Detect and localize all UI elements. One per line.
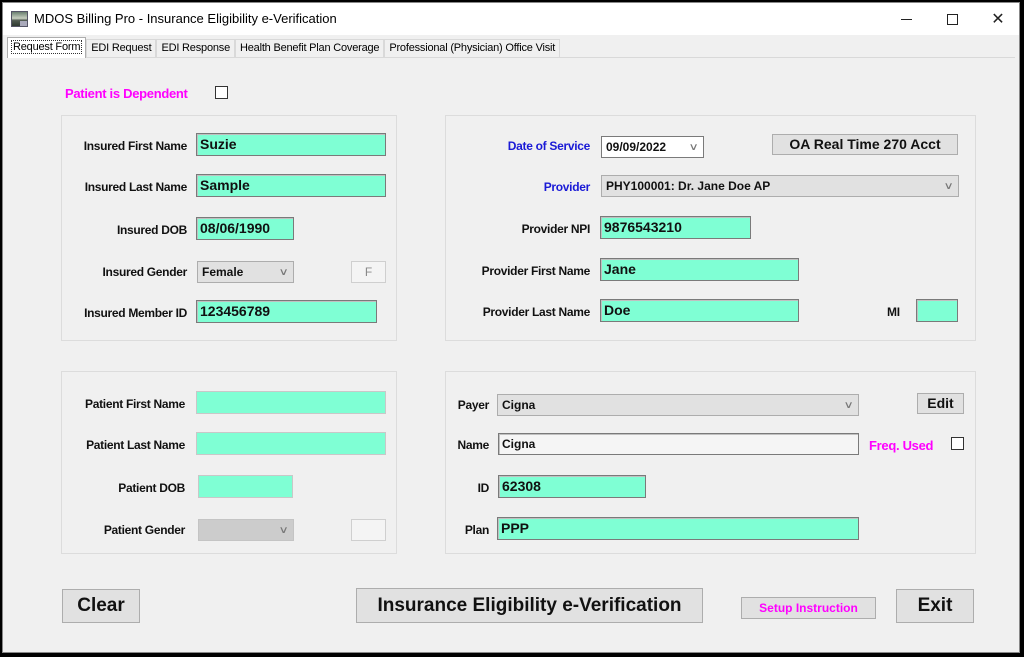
chevron-down-icon: ∨ xyxy=(278,267,289,278)
provider-last-name-label: Provider Last Name xyxy=(482,305,591,319)
freq-used-checkbox[interactable] xyxy=(951,437,964,450)
patient-dependent-checkbox[interactable] xyxy=(215,86,228,99)
insured-gender-label: Insured Gender xyxy=(102,265,188,279)
tab-health-benefit-plan-coverage[interactable]: Health Benefit Plan Coverage xyxy=(235,39,385,57)
edit-payer-button[interactable]: Edit xyxy=(917,393,964,414)
insured-member-id-field[interactable]: 123456789 xyxy=(196,300,377,323)
provider-first-name-field[interactable]: Jane xyxy=(600,258,799,281)
patient-last-name-label: Patient Last Name xyxy=(86,438,185,452)
app-logo-icon xyxy=(11,11,28,27)
provider-select[interactable]: PHY100001: Dr. Jane Doe AP ∨ xyxy=(601,175,959,197)
provider-npi-field[interactable]: 9876543210 xyxy=(600,216,751,239)
insured-last-name-label: Insured Last Name xyxy=(84,180,188,194)
minimize-button[interactable] xyxy=(883,3,929,35)
tab-request-form[interactable]: Request Form xyxy=(7,37,87,58)
insured-first-name-field[interactable]: Suzie xyxy=(196,133,386,156)
insured-dob-field[interactable]: 08/06/1990 xyxy=(196,217,294,240)
chevron-down-icon: ∨ xyxy=(843,400,854,411)
patient-gender-label: Patient Gender xyxy=(103,523,185,537)
provider-mi-field[interactable] xyxy=(916,299,958,322)
payer-select[interactable]: Cigna ∨ xyxy=(497,394,859,416)
provider-first-name-label: Provider First Name xyxy=(481,264,591,278)
close-button[interactable]: ✕ xyxy=(975,3,1021,35)
oa-real-time-270-acct-button[interactable]: OA Real Time 270 Acct xyxy=(772,134,958,155)
patient-gender-code xyxy=(351,519,386,541)
minimize-icon xyxy=(900,18,912,20)
setup-instruction-button[interactable]: Setup Instruction xyxy=(741,597,876,619)
patient-first-name-label: Patient First Name xyxy=(85,397,185,411)
insured-gender-select[interactable]: Female ∨ xyxy=(197,261,294,283)
date-of-service-label: Date of Service xyxy=(507,139,591,153)
insured-first-name-label: Insured First Name xyxy=(83,139,188,153)
clear-button[interactable]: Clear xyxy=(62,589,140,623)
chevron-down-icon: ∨ xyxy=(278,525,289,536)
maximize-button[interactable] xyxy=(929,3,975,35)
payer-plan-field[interactable]: PPP xyxy=(497,517,859,540)
provider-mi-label: MI xyxy=(887,305,900,319)
patient-dependent-label: Patient is Dependent xyxy=(65,86,188,101)
request-form-page: Patient is Dependent Insured First Name … xyxy=(7,57,1015,649)
payer-name-field[interactable]: Cigna xyxy=(498,433,859,455)
chevron-down-icon: ∨ xyxy=(688,142,699,153)
window-title: MDOS Billing Pro - Insurance Eligibility… xyxy=(34,11,337,26)
provider-npi-label: Provider NPI xyxy=(521,222,591,236)
maximize-icon xyxy=(946,13,958,25)
patient-dob-label: Patient DOB xyxy=(118,481,185,495)
close-icon: ✕ xyxy=(991,11,1005,28)
patient-last-name-field[interactable] xyxy=(196,432,386,455)
insurance-eligibility-verification-button[interactable]: Insurance Eligibility e-Verification xyxy=(356,588,703,623)
patient-dob-field[interactable] xyxy=(198,475,293,498)
payer-name-label: Name xyxy=(457,438,490,452)
title-bar: MDOS Billing Pro - Insurance Eligibility… xyxy=(3,3,1019,35)
provider-last-name-field[interactable]: Doe xyxy=(600,299,799,322)
insured-gender-code: F xyxy=(351,261,386,283)
app-window: MDOS Billing Pro - Insurance Eligibility… xyxy=(2,2,1020,653)
insured-member-id-label: Insured Member ID xyxy=(84,306,187,320)
payer-label: Payer xyxy=(457,398,490,412)
tab-edi-response[interactable]: EDI Response xyxy=(156,39,235,57)
payer-id-label: ID xyxy=(477,481,490,495)
payer-id-field[interactable]: 62308 xyxy=(498,475,646,498)
date-of-service-picker[interactable]: 09/09/2022 ∨ xyxy=(601,136,704,158)
exit-button[interactable]: Exit xyxy=(896,589,974,623)
patient-gender-select[interactable]: ∨ xyxy=(198,519,294,541)
freq-used-label: Freq. Used xyxy=(869,438,934,453)
chevron-down-icon: ∨ xyxy=(943,181,954,192)
provider-label: Provider xyxy=(543,180,591,194)
tab-professional-office-visit[interactable]: Professional (Physician) Office Visit xyxy=(384,39,561,57)
tab-edi-request[interactable]: EDI Request xyxy=(86,39,157,57)
tab-bar: Request Form EDI Request EDI Response He… xyxy=(7,37,561,58)
patient-first-name-field[interactable] xyxy=(196,391,386,414)
payer-plan-label: Plan xyxy=(464,523,489,537)
insured-dob-label: Insured DOB xyxy=(116,223,187,237)
insured-last-name-field[interactable]: Sample xyxy=(196,174,386,197)
